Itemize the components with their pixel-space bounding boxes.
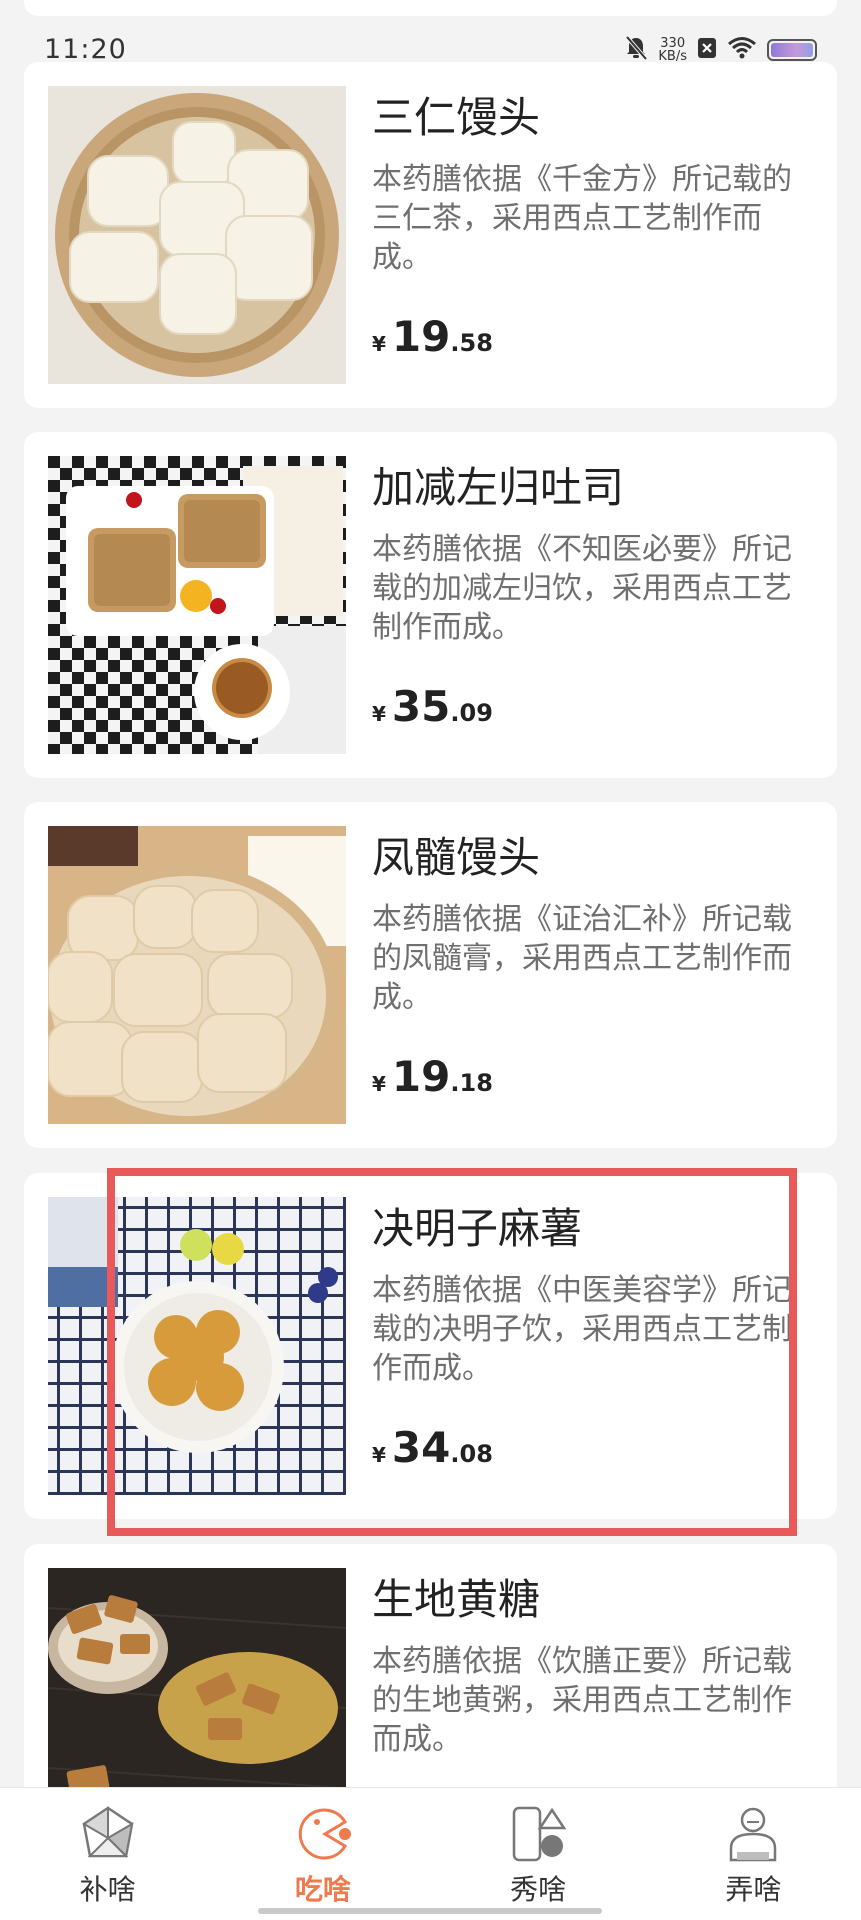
price-decimal: .18 [450, 1069, 493, 1097]
product-title: 生地黄糖 [372, 1575, 541, 1624]
battery-icon [767, 39, 817, 61]
pacman-icon [293, 1804, 353, 1864]
product-image [48, 826, 346, 1124]
product-title: 决明子麻薯 [372, 1204, 583, 1253]
price-decimal: .08 [450, 1440, 493, 1468]
screen: 11:20 330 KB/s 三仁馒头 本药膳依据《千金方》所记载的三仁茶，采用… [0, 0, 861, 1920]
price-currency: ¥ [372, 1072, 386, 1096]
battery-fill [771, 43, 813, 57]
price-integer: 19 [391, 1052, 451, 1101]
home-indicator[interactable] [258, 1908, 602, 1914]
bottom-nav: 补啥 吃啥 秀啥 弄啥 [0, 1787, 861, 1920]
pinwheel-icon [78, 1804, 138, 1864]
product-card[interactable]: 凤髓馒头 本药膳依据《证治汇补》所记载的凤髓膏，采用西点工艺制作而成。 ¥19.… [24, 802, 837, 1148]
product-price: ¥19.18 [372, 1052, 493, 1101]
product-card[interactable]: 三仁馒头 本药膳依据《千金方》所记载的三仁茶，采用西点工艺制作而成。 ¥19.5… [24, 62, 837, 408]
wifi-icon [727, 36, 757, 64]
price-currency: ¥ [372, 1443, 386, 1467]
price-integer: 34 [391, 1423, 451, 1472]
nav-label: 秀啥 [510, 1873, 567, 1906]
product-card[interactable]: 决明子麻薯 本药膳依据《中医美容学》所记载的决明子饮，采用西点工艺制作而成。 ¥… [24, 1173, 837, 1519]
product-price: ¥35.09 [372, 682, 493, 731]
product-price: ¥19.58 [372, 312, 493, 361]
price-integer: 35 [391, 682, 451, 731]
price-decimal: .58 [450, 329, 493, 357]
price-integer: 19 [391, 312, 451, 361]
product-card-partial[interactable] [24, 0, 837, 16]
nav-label: 弄啥 [725, 1873, 782, 1906]
shapes-icon [508, 1804, 568, 1864]
product-title: 加减左归吐司 [372, 463, 625, 512]
product-description: 本药膳依据《不知医必要》所记载的加减左归饮，采用西点工艺制作而成。 [372, 532, 792, 645]
mute-bell-icon [624, 35, 648, 65]
person-icon [723, 1804, 783, 1864]
network-speed: 330 KB/s [658, 37, 687, 63]
product-price: ¥34.08 [372, 1423, 493, 1472]
nav-label: 吃啥 [294, 1873, 351, 1906]
price-currency: ¥ [372, 702, 386, 726]
product-description: 本药膳依据《千金方》所记载的三仁茶，采用西点工艺制作而成。 [372, 162, 792, 275]
nav-item-chi-sha[interactable]: 吃啥 [215, 1788, 430, 1920]
nav-item-bu-sha[interactable]: 补啥 [0, 1788, 215, 1920]
sim-x-icon [697, 37, 717, 63]
nav-item-nong-sha[interactable]: 弄啥 [646, 1788, 861, 1920]
product-image [48, 1197, 346, 1495]
status-time: 11:20 [44, 34, 127, 65]
product-image [48, 456, 346, 754]
price-decimal: .09 [450, 699, 493, 727]
price-currency: ¥ [372, 332, 386, 356]
product-image [48, 86, 346, 384]
product-title: 凤髓馒头 [372, 833, 541, 882]
product-description: 本药膳依据《中医美容学》所记载的决明子饮，采用西点工艺制作而成。 [372, 1273, 792, 1386]
nav-item-xiu-sha[interactable]: 秀啥 [431, 1788, 646, 1920]
product-title: 三仁馒头 [372, 93, 541, 142]
nav-label: 补啥 [79, 1873, 136, 1906]
product-card[interactable]: 加减左归吐司 本药膳依据《不知医必要》所记载的加减左归饮，采用西点工艺制作而成。… [24, 432, 837, 778]
product-description: 本药膳依据《证治汇补》所记载的凤髓膏，采用西点工艺制作而成。 [372, 902, 792, 1015]
product-description: 本药膳依据《饮膳正要》所记载的生地黄粥，采用西点工艺制作而成。 [372, 1644, 792, 1757]
